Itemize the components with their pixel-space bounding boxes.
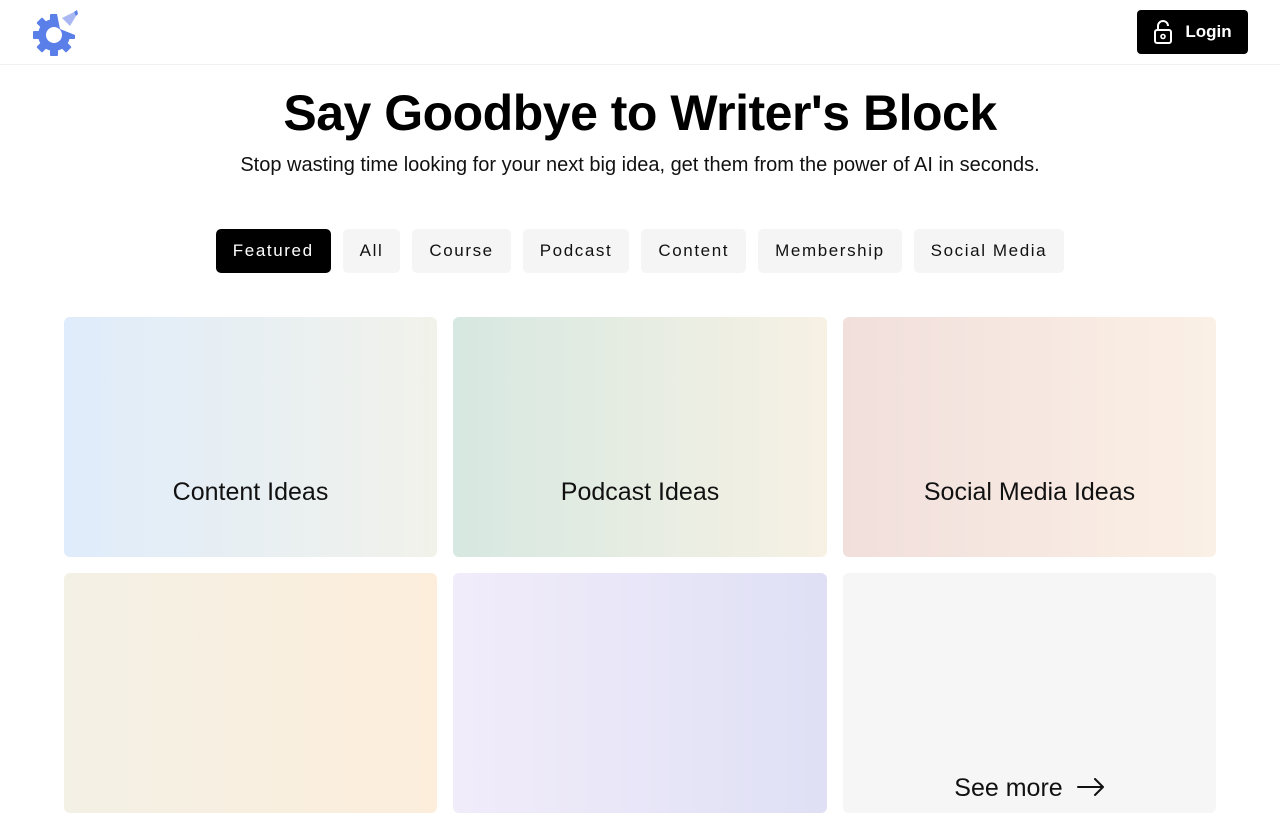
card-label: Content Ideas: [172, 478, 329, 506]
tab-podcast[interactable]: Podcast: [522, 229, 630, 273]
login-label: Login: [1185, 22, 1232, 41]
see-more-link[interactable]: See more: [954, 774, 1104, 803]
card-idea-4[interactable]: [64, 573, 437, 813]
card-label: Social Media Ideas: [923, 478, 1136, 506]
page-title: Say Goodbye to Writer's Block: [283, 85, 997, 141]
tab-membership[interactable]: Membership: [758, 229, 902, 273]
top-navbar: Login: [0, 0, 1280, 65]
card-idea-5[interactable]: [453, 573, 827, 813]
page-subtitle: Stop wasting time looking for your next …: [240, 154, 1040, 176]
arrow-right-icon: [1076, 774, 1105, 803]
card-podcast-ideas[interactable]: Podcast Ideas: [453, 317, 827, 557]
tab-featured[interactable]: Featured: [215, 229, 331, 273]
tab-social-media[interactable]: Social Media: [913, 229, 1065, 273]
card-label: Podcast Ideas: [560, 478, 720, 506]
card-content-ideas[interactable]: Content Ideas: [64, 317, 437, 557]
unlock-icon: [1153, 20, 1173, 44]
login-button[interactable]: Login: [1137, 10, 1248, 54]
idea-cards-grid: Content Ideas Podcast Ideas Social Media…: [64, 317, 1216, 813]
category-tabs: Featured All Course Podcast Content Memb…: [0, 229, 1280, 273]
see-more-label: See more: [954, 774, 1063, 802]
tab-all[interactable]: All: [342, 229, 401, 273]
card-social-media-ideas[interactable]: Social Media Ideas: [843, 317, 1216, 557]
logo-icon[interactable]: [30, 8, 80, 58]
tab-course[interactable]: Course: [412, 229, 511, 273]
card-see-more[interactable]: See more: [843, 573, 1216, 813]
tab-content[interactable]: Content: [641, 229, 747, 273]
